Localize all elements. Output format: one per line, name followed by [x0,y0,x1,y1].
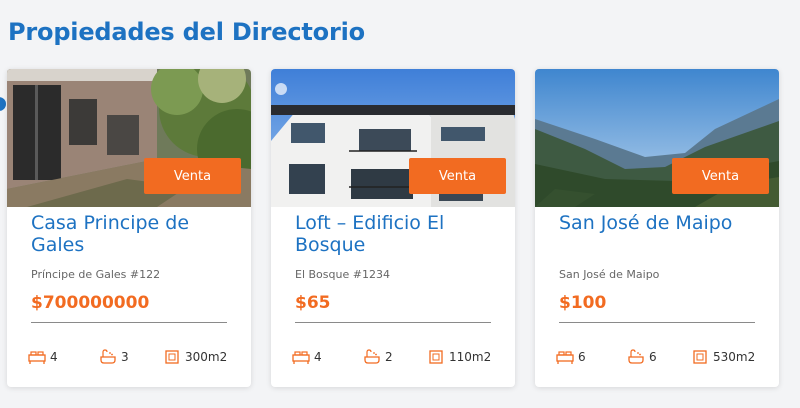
property-price: $700000000 [31,293,150,313]
bedrooms-count: 4 [314,350,322,364]
bathtub-icon [99,349,117,365]
bedrooms-count: 6 [578,350,586,364]
area-icon [427,349,445,365]
bathtub-icon [627,349,645,365]
divider [31,322,227,323]
bathrooms-feature: 6 [627,349,657,365]
bathtub-icon [363,349,381,365]
bathrooms-feature: 3 [99,349,129,365]
property-title[interactable]: Loft – Edificio El Bosque [295,212,505,256]
property-title[interactable]: Casa Principe de Gales [31,212,241,256]
property-address: San José de Maipo [559,268,660,281]
bedrooms-feature: 4 [292,349,322,365]
bed-icon [292,349,310,365]
listing-type-badge: Venta [672,158,769,194]
property-title[interactable]: San José de Maipo [559,212,769,234]
area-icon [691,349,709,365]
bathrooms-count: 3 [121,350,129,364]
bathrooms-count: 6 [649,350,657,364]
property-address: El Bosque #1234 [295,268,390,281]
property-price: $65 [295,293,331,313]
divider [295,322,491,323]
property-address: Príncipe de Gales #122 [31,268,161,281]
area-icon [163,349,181,365]
property-card[interactable]: Venta San José de Maipo San José de Maip… [535,69,779,387]
carousel-prev-button[interactable] [0,97,6,111]
property-card[interactable]: Venta Casa Principe de Gales Príncipe de… [7,69,251,387]
bedrooms-feature: 4 [28,349,58,365]
divider [559,322,755,323]
property-price: $100 [559,293,607,313]
bathrooms-count: 2 [385,350,393,364]
area-value: 530m2 [713,350,756,364]
bed-icon [556,349,574,365]
bedrooms-feature: 6 [556,349,586,365]
property-card[interactable]: Venta Loft – Edificio El Bosque El Bosqu… [271,69,515,387]
listing-type-badge: Venta [409,158,506,194]
area-feature: 530m2 [691,349,755,365]
section-title: Propiedades del Directorio [8,18,365,46]
bedrooms-count: 4 [50,350,58,364]
bed-icon [28,349,46,365]
area-feature: 300m2 [163,349,227,365]
area-feature: 110m2 [427,349,491,365]
listing-type-badge: Venta [144,158,241,194]
area-value: 110m2 [449,350,492,364]
area-value: 300m2 [185,350,228,364]
bathrooms-feature: 2 [363,349,393,365]
